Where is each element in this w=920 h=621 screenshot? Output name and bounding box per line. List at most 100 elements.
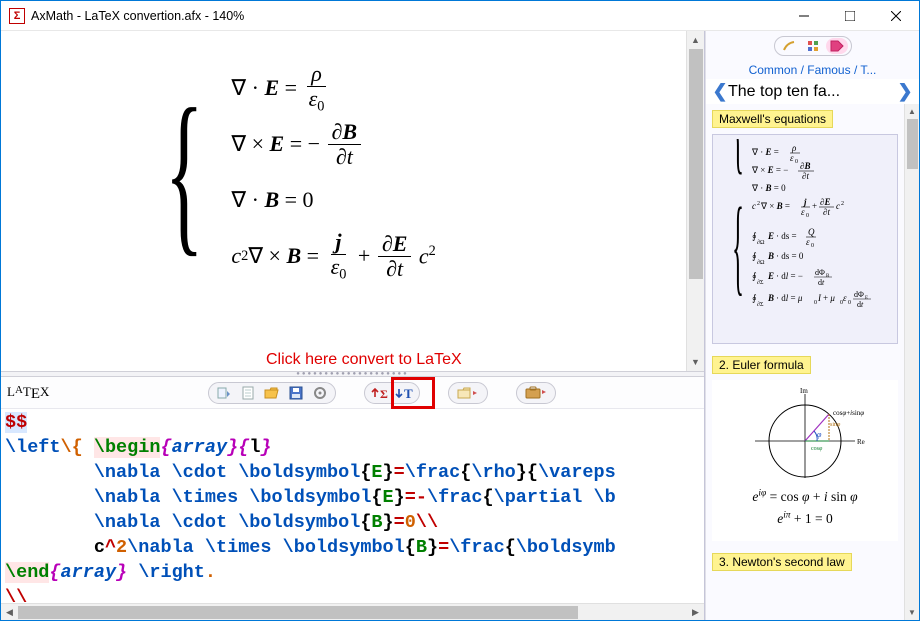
side-panel-header: ❮ The top ten fa... ❯ [706, 79, 919, 104]
latex-code-textarea[interactable]: $$ \left\{ \begin{array}{l} \nabla \cdot… [1, 409, 704, 603]
code-hscrollbar[interactable]: ◀ ▶ [1, 603, 704, 620]
minimize-button[interactable] [781, 1, 827, 30]
side-scroll-thumb[interactable] [907, 119, 918, 169]
tb-group-export [516, 382, 556, 404]
svg-text:dt: dt [818, 278, 825, 287]
tb-open-button[interactable] [261, 384, 283, 402]
svg-text:0: 0 [848, 300, 851, 306]
side-vscrollbar[interactable]: ▲ ▼ [904, 104, 919, 620]
latex-toolbar: LATEX [1, 377, 704, 409]
svg-text:B: B [826, 274, 830, 279]
prev-category-button[interactable]: ❮ [712, 81, 728, 102]
tb-settings-button[interactable] [309, 384, 331, 402]
equation-viewport: { ∇ · E = ρε0 ∇ × E = − ∂B∂t [1, 31, 704, 371]
svg-text:∂E: ∂E [820, 197, 830, 207]
svg-text:∇ · B = 0: ∇ · B = 0 [751, 183, 786, 193]
code-delim-open: $$ [5, 412, 27, 433]
scroll-up-arrow[interactable]: ▲ [687, 31, 704, 49]
side-tab-library[interactable] [826, 38, 848, 54]
svg-text:c: c [836, 201, 840, 211]
svg-text:E: E [767, 271, 774, 281]
svg-text:Q: Q [808, 227, 815, 237]
maximize-button[interactable] [827, 1, 873, 30]
svg-text:0: 0 [811, 243, 814, 249]
svg-text:dΦ: dΦ [815, 268, 825, 277]
svg-text:2: 2 [757, 201, 760, 207]
window-title: AxMath - LaTeX convertion.afx - 140% [31, 9, 781, 23]
latex-label: LATEX [7, 384, 49, 401]
svg-text:j: j [802, 197, 807, 207]
hscroll-right-arrow[interactable]: ▶ [687, 604, 704, 620]
svg-text:∇ · E =: ∇ · E = [751, 147, 779, 157]
svg-text:dΦ: dΦ [854, 290, 864, 299]
svg-text:φ: φ [817, 430, 822, 439]
tb-group-convert: Σ T [364, 382, 420, 404]
tb-group-library [448, 382, 488, 404]
tb-folder-button[interactable] [453, 384, 483, 402]
svg-text:ε: ε [843, 293, 847, 303]
next-category-button[interactable]: ❯ [897, 81, 913, 102]
svg-text:E: E [865, 296, 868, 301]
hscroll-thumb[interactable] [18, 606, 578, 619]
svg-text:Σ: Σ [380, 387, 388, 400]
svg-text:· dl = −: · dl = − [776, 271, 803, 281]
svg-text:B: B [767, 251, 774, 261]
grid-icon [807, 40, 819, 52]
side-scroll-down[interactable]: ▼ [905, 605, 919, 620]
tag-icon [830, 40, 844, 52]
tb-dropdown-button[interactable] [213, 384, 235, 402]
side-scroll-track[interactable] [905, 169, 919, 605]
scroll-track[interactable] [687, 279, 704, 353]
svg-text:∂t: ∂t [802, 171, 809, 181]
close-button[interactable] [873, 1, 919, 30]
tb-new-button[interactable] [237, 384, 259, 402]
svg-text:∂Ω: ∂Ω [757, 259, 765, 266]
svg-text:T: T [404, 386, 413, 400]
tb-to-latex-button[interactable]: T [393, 384, 415, 402]
equation-maxwell: { ∇ · E = ρε0 ∇ × E = − ∂B∂t [171, 66, 436, 278]
side-panel-body: Maxwell's equations { ∇ · E = ρε0 ∇ × E … [706, 104, 919, 620]
card-label-newton: 3. Newton's second law [712, 553, 852, 571]
svg-text:0: 0 [795, 159, 798, 165]
side-tab-grid[interactable] [802, 38, 824, 54]
svg-text:∂Ω: ∂Ω [757, 239, 765, 246]
svg-text:E: E [767, 231, 774, 241]
card-label-euler: 2. Euler formula [712, 356, 811, 374]
left-brace: { [165, 91, 204, 253]
svg-text:∂B: ∂B [800, 161, 810, 171]
side-scroll-up[interactable]: ▲ [905, 104, 919, 119]
euler-equations: eiφ = cos φ + i sin φ eiπ + 1 = 0 [752, 482, 857, 535]
equation-canvas[interactable]: { ∇ · E = ρε0 ∇ × E = − ∂B∂t [1, 31, 686, 371]
hscroll-track[interactable] [578, 604, 687, 620]
window-controls [781, 1, 919, 30]
card-euler[interactable]: Re Im φ cosφ+isinφ sinφ cosφ [712, 380, 898, 541]
code-left: \left [5, 437, 61, 458]
svg-text:ρ: ρ [791, 143, 797, 153]
main-column: { ∇ · E = ρε0 ∇ × E = − ∂B∂t [1, 31, 705, 620]
svg-text:dt: dt [857, 300, 864, 309]
card-maxwell[interactable]: { ∇ · E = ρε0 ∇ × E = − ∂B∂t ∇ · B = 0 c… [712, 134, 898, 344]
arrow-up-sigma-icon: Σ [371, 386, 389, 400]
equation-vscrollbar[interactable]: ▲ ▼ [686, 31, 704, 371]
arrow-down-t-icon: T [395, 386, 413, 400]
hscroll-left-arrow[interactable]: ◀ [1, 604, 18, 620]
svg-text:∂t: ∂t [823, 207, 830, 217]
tb-to-equation-button[interactable]: Σ [369, 384, 391, 402]
card-label-maxwell: Maxwell's equations [712, 110, 833, 128]
maxwell-thumbnail: { ∇ · E = ρε0 ∇ × E = − ∂B∂t ∇ · B = 0 c… [730, 139, 880, 339]
tb-briefcase-button[interactable] [521, 384, 551, 402]
svg-text:· ds =: · ds = [776, 231, 797, 241]
svg-text:sinφ: sinφ [830, 422, 841, 428]
brush-icon [782, 40, 796, 52]
tb-save-button[interactable] [285, 384, 307, 402]
side-tab-brush[interactable] [778, 38, 800, 54]
equation-stack: ∇ · E = ρε0 ∇ × E = − ∂B∂t ∇ · B = 0 [231, 66, 435, 278]
scroll-down-arrow[interactable]: ▼ [687, 353, 704, 371]
app-icon: Σ [9, 8, 25, 24]
svg-text:{: { [732, 139, 744, 183]
side-breadcrumb[interactable]: Common / Famous / T... [706, 61, 919, 79]
scroll-thumb[interactable] [689, 49, 703, 279]
svg-text:+: + [812, 201, 817, 211]
svg-text:∇ × B =: ∇ × B = [760, 201, 790, 211]
svg-text:Re: Re [857, 438, 865, 446]
